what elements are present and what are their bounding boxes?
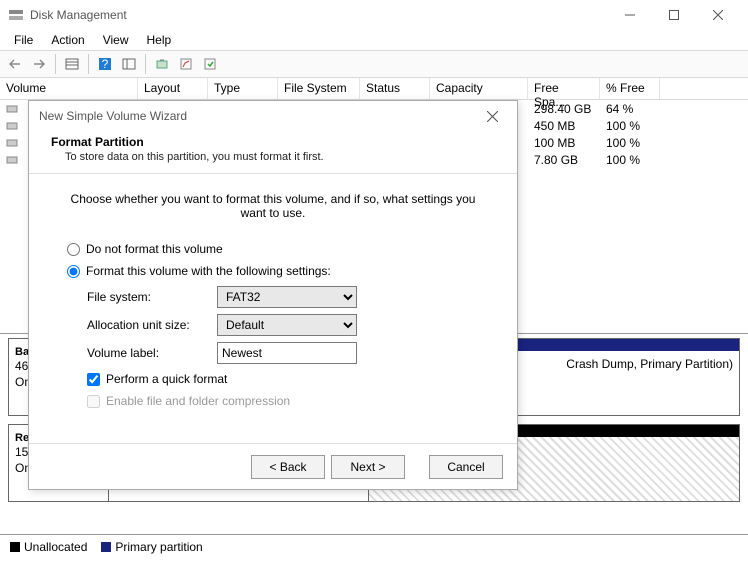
wizard-heading: Format Partition (51, 135, 495, 149)
legend: Unallocated Primary partition (0, 534, 748, 558)
svg-text:?: ? (102, 57, 109, 71)
col-type[interactable]: Type (208, 78, 278, 99)
toolbar-sep (88, 54, 89, 74)
back-icon[interactable] (4, 53, 26, 75)
refresh-icon[interactable] (151, 53, 173, 75)
label-volume-label: Volume label: (87, 346, 217, 360)
checkbox-quick-format-input[interactable] (87, 373, 100, 386)
vol-free: 100 MB (528, 136, 600, 150)
legend-unallocated: Unallocated (10, 540, 87, 554)
cancel-button[interactable]: Cancel (429, 455, 503, 479)
col-status[interactable]: Status (360, 78, 430, 99)
app-title: Disk Management (30, 8, 608, 22)
settings-view-icon[interactable] (118, 53, 140, 75)
volume-icon (6, 154, 18, 166)
col-filesystem[interactable]: File System (278, 78, 360, 99)
col-free[interactable]: Free Spa... (528, 78, 600, 99)
col-volume[interactable]: Volume (0, 78, 138, 99)
radio-noformat[interactable]: Do not format this volume (67, 242, 479, 256)
wizard-header: Format Partition To store data on this p… (29, 131, 517, 174)
field-allocation: Allocation unit size: Default (87, 314, 487, 336)
toolbar-sep (55, 54, 56, 74)
partition-status: Crash Dump, Primary Partition) (566, 357, 733, 371)
volume-list-header: Volume Layout Type File System Status Ca… (0, 78, 748, 100)
titlebar: Disk Management (0, 0, 748, 30)
radio-noformat-input[interactable] (67, 243, 80, 256)
input-volume-label[interactable] (217, 342, 357, 364)
disk-name: Re (15, 432, 29, 444)
vol-pct: 64 % (600, 102, 660, 116)
wizard-subheading: To store data on this partition, you mus… (51, 149, 495, 163)
properties-icon[interactable] (175, 53, 197, 75)
checkbox-compression-input (87, 395, 100, 408)
checkbox-quick-format-label: Perform a quick format (106, 372, 227, 386)
radio-format[interactable]: Format this volume with the following se… (67, 264, 479, 278)
field-volume-label: Volume label: (87, 342, 487, 364)
wizard-dialog: New Simple Volume Wizard Format Partitio… (28, 100, 518, 490)
vol-free: 450 MB (528, 119, 600, 133)
wizard-titlebar[interactable]: New Simple Volume Wizard (29, 101, 517, 131)
volume-icon (6, 137, 18, 149)
swatch-navy (101, 542, 111, 552)
col-layout[interactable]: Layout (138, 78, 208, 99)
radio-format-label: Format this volume with the following se… (86, 264, 331, 278)
select-filesystem[interactable]: FAT32 (217, 286, 357, 308)
wizard-icon[interactable] (199, 53, 221, 75)
radio-noformat-label: Do not format this volume (86, 242, 223, 256)
wizard-close-button[interactable] (477, 101, 507, 131)
wizard-body: Choose whether you want to format this v… (29, 174, 517, 443)
vol-free: 7.80 GB (528, 153, 600, 167)
swatch-black (10, 542, 20, 552)
col-pctfree[interactable]: % Free (600, 78, 660, 99)
toolbar: ? (0, 50, 748, 78)
close-button[interactable] (696, 1, 740, 29)
toolbar-sep (145, 54, 146, 74)
col-capacity[interactable]: Capacity (430, 78, 528, 99)
vol-pct: 100 % (600, 136, 660, 150)
label-filesystem: File system: (87, 290, 217, 304)
checkbox-compression: Enable file and folder compression (87, 394, 487, 408)
volume-icon (6, 120, 18, 132)
menu-action[interactable]: Action (43, 31, 92, 49)
volume-icon (6, 103, 18, 115)
wizard-footer: < Back Next > Cancel (29, 443, 517, 489)
checkbox-quick-format[interactable]: Perform a quick format (87, 372, 487, 386)
vol-pct: 100 % (600, 153, 660, 167)
menu-view[interactable]: View (95, 31, 137, 49)
list-view-icon[interactable] (61, 53, 83, 75)
field-filesystem: File system: FAT32 (87, 286, 487, 308)
minimize-button[interactable] (608, 1, 652, 29)
menu-help[interactable]: Help (139, 31, 180, 49)
help-icon[interactable]: ? (94, 53, 116, 75)
maximize-button[interactable] (652, 1, 696, 29)
app-icon (8, 7, 24, 23)
wizard-title: New Simple Volume Wizard (39, 109, 477, 123)
back-button[interactable]: < Back (251, 455, 325, 479)
vol-pct: 100 % (600, 119, 660, 133)
select-allocation[interactable]: Default (217, 314, 357, 336)
legend-primary: Primary partition (101, 540, 202, 554)
col-spacer (660, 78, 748, 99)
radio-format-input[interactable] (67, 265, 80, 278)
checkbox-compression-label: Enable file and folder compression (106, 394, 290, 408)
menubar: File Action View Help (0, 30, 748, 50)
forward-icon[interactable] (28, 53, 50, 75)
menu-file[interactable]: File (6, 31, 41, 49)
label-allocation: Allocation unit size: (87, 318, 217, 332)
wizard-intro: Choose whether you want to format this v… (59, 192, 487, 220)
next-button[interactable]: Next > (331, 455, 405, 479)
